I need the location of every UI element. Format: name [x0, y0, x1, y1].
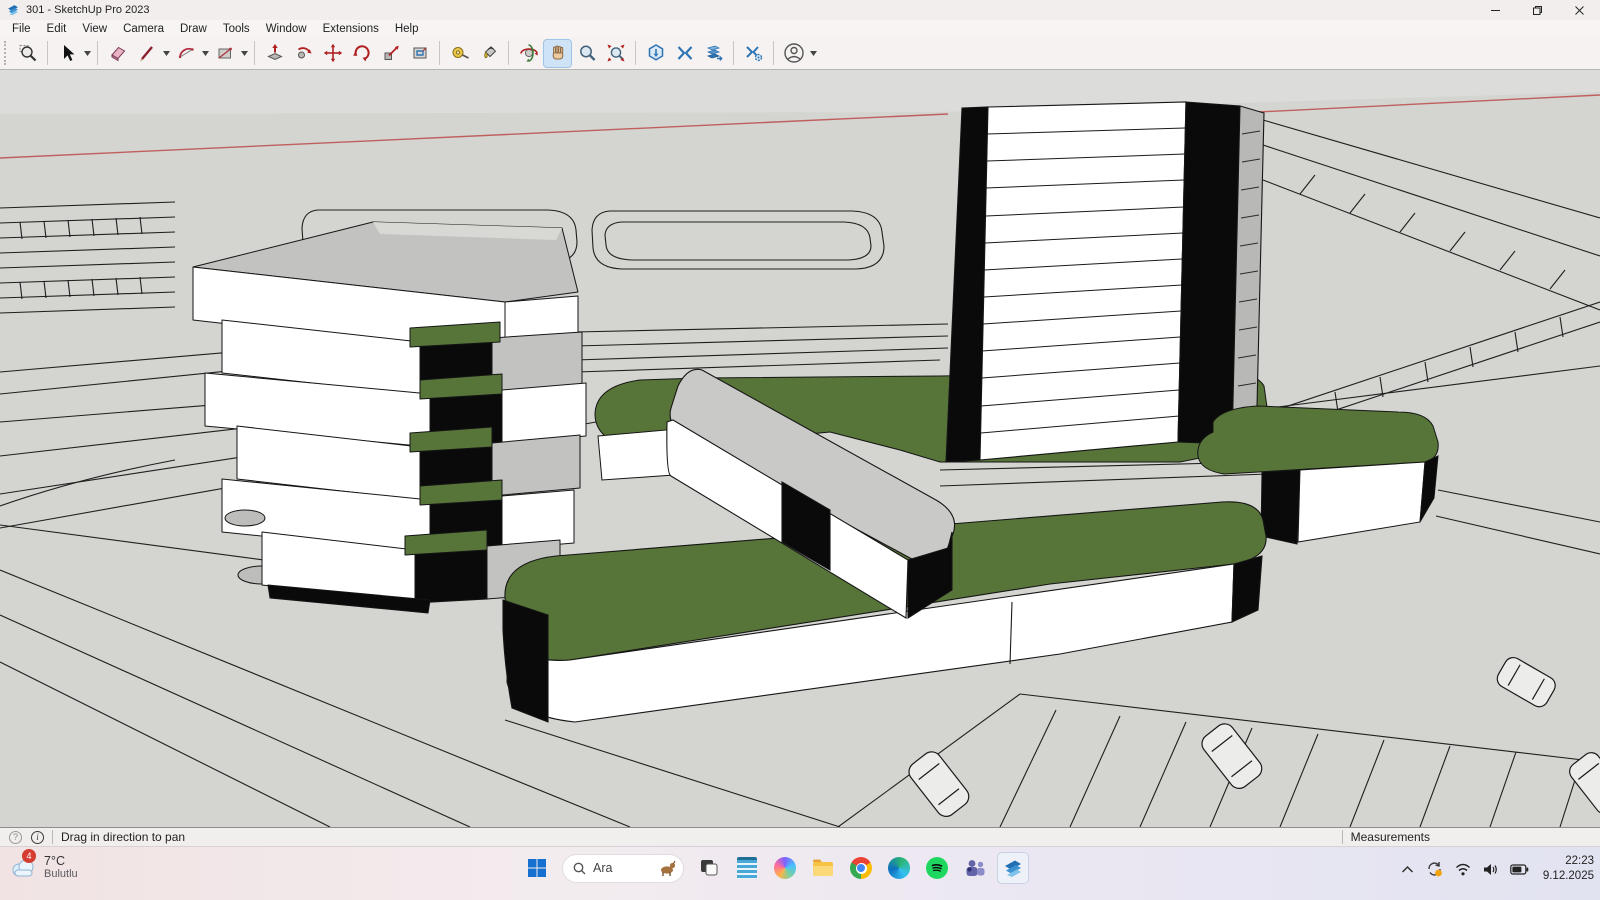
- menu-view[interactable]: View: [74, 22, 115, 36]
- toolbar-separator: [635, 41, 636, 65]
- toolbar-separator: [97, 41, 98, 65]
- sketchup-logo-icon: [6, 3, 20, 17]
- start-button[interactable]: [522, 853, 552, 883]
- spotify-icon[interactable]: [922, 853, 952, 883]
- copilot-icon[interactable]: [770, 853, 800, 883]
- search-highlight-image: [657, 859, 677, 877]
- model-canvas[interactable]: [0, 70, 1600, 827]
- line-tool-dropdown[interactable]: [161, 40, 171, 67]
- tray-wifi-icon[interactable]: [1455, 863, 1471, 876]
- pan-tool-icon[interactable]: [544, 40, 571, 67]
- arc-tool-icon[interactable]: [172, 40, 199, 67]
- weather-temperature: 7°C: [44, 854, 78, 868]
- move-tool-icon[interactable]: [319, 40, 346, 67]
- arc-tool-dropdown[interactable]: [200, 40, 210, 67]
- tray-sync-icon[interactable]: [1426, 861, 1443, 877]
- rectangle-tool-dropdown[interactable]: [239, 40, 249, 67]
- restore-button[interactable]: [1516, 0, 1558, 20]
- sketchup-taskbar-icon[interactable]: [998, 853, 1028, 883]
- extension-import-icon[interactable]: [642, 40, 669, 67]
- help-icon[interactable]: ?: [9, 831, 22, 844]
- menu-window[interactable]: Window: [258, 22, 315, 36]
- line-tool-icon[interactable]: [133, 40, 160, 67]
- status-bar: ? i Drag in direction to pan Measurement…: [0, 827, 1600, 846]
- model-viewport[interactable]: Windows'u Etkinleştir Windows'u etkinleş…: [0, 70, 1600, 827]
- title-bar: 301 - SketchUp Pro 2023: [0, 0, 1600, 20]
- select-tool-icon[interactable]: [54, 40, 81, 67]
- zoom-window-tool-icon[interactable]: [14, 40, 41, 67]
- offset-tool-icon[interactable]: [406, 40, 433, 67]
- minimize-button[interactable]: [1474, 0, 1516, 20]
- follow-me-tool-icon[interactable]: [290, 40, 317, 67]
- menu-extensions[interactable]: Extensions: [315, 22, 387, 36]
- status-hint: Drag in direction to pan: [61, 830, 185, 844]
- tray-chevron-up-icon[interactable]: [1401, 865, 1414, 874]
- select-tool-dropdown[interactable]: [82, 40, 92, 67]
- search-icon: [573, 862, 586, 875]
- teams-icon[interactable]: [960, 853, 990, 883]
- orbit-tool-icon[interactable]: [515, 40, 542, 67]
- rectangle-tool-icon[interactable]: [211, 40, 238, 67]
- toolbar-separator: [733, 41, 734, 65]
- window-title: 301 - SketchUp Pro 2023: [26, 4, 150, 16]
- search-input[interactable]: Ara: [562, 854, 684, 883]
- notification-badge: 4: [22, 849, 36, 863]
- info-icon[interactable]: i: [31, 831, 44, 844]
- tape-measure-tool-icon[interactable]: [446, 40, 473, 67]
- toolbar: [0, 37, 1600, 70]
- eraser-tool-icon[interactable]: [104, 40, 131, 67]
- chrome-icon[interactable]: [846, 853, 876, 883]
- extension-stack-icon[interactable]: [700, 40, 727, 67]
- toolbar-separator: [773, 41, 774, 65]
- account-dropdown[interactable]: [808, 40, 818, 67]
- paint-bucket-tool-icon[interactable]: [475, 40, 502, 67]
- tray-time: 22:23: [1543, 854, 1594, 869]
- toolbar-drag-handle[interactable]: [4, 41, 10, 65]
- measurements-input[interactable]: [1430, 828, 1600, 846]
- statusbar-divider: [1342, 830, 1343, 844]
- toolbar-separator: [439, 41, 440, 65]
- toolbar-separator: [47, 41, 48, 65]
- menu-edit[interactable]: Edit: [39, 22, 75, 36]
- zoom-extents-tool-icon[interactable]: [602, 40, 629, 67]
- notepad-icon[interactable]: [732, 853, 762, 883]
- tray-date: 9.12.2025: [1543, 869, 1594, 884]
- extension-settings-icon[interactable]: [740, 40, 767, 67]
- statusbar-divider: [52, 830, 53, 844]
- account-icon[interactable]: [780, 40, 807, 67]
- edge-icon[interactable]: [884, 853, 914, 883]
- zoom-tool-icon[interactable]: [573, 40, 600, 67]
- push-pull-tool-icon[interactable]: [261, 40, 288, 67]
- tray-volume-icon[interactable]: [1483, 863, 1498, 876]
- menu-bar: File Edit View Camera Draw Tools Window …: [0, 20, 1600, 37]
- rotate-tool-icon[interactable]: [348, 40, 375, 67]
- high-rise-tower: [946, 102, 1264, 462]
- menu-file[interactable]: File: [4, 22, 39, 36]
- close-button[interactable]: [1558, 0, 1600, 20]
- menu-camera[interactable]: Camera: [115, 22, 172, 36]
- task-view-button[interactable]: [694, 853, 724, 883]
- file-explorer-icon[interactable]: [808, 853, 838, 883]
- toolbar-separator: [254, 41, 255, 65]
- menu-tools[interactable]: Tools: [215, 22, 258, 36]
- toolbar-separator: [508, 41, 509, 65]
- menu-help[interactable]: Help: [387, 22, 427, 36]
- weather-cloud-icon: 4: [8, 854, 38, 880]
- search-placeholder: Ara: [593, 861, 657, 875]
- weather-condition: Bulutlu: [44, 868, 78, 881]
- menu-draw[interactable]: Draw: [172, 22, 215, 36]
- extension-flip-icon[interactable]: [671, 40, 698, 67]
- measurements-label: Measurements: [1351, 830, 1430, 844]
- tray-battery-icon[interactable]: [1510, 864, 1529, 875]
- taskbar: 4 7°C Bulutlu Ara: [0, 846, 1600, 900]
- weather-widget[interactable]: 4 7°C Bulutlu: [8, 854, 78, 881]
- scale-tool-icon[interactable]: [377, 40, 404, 67]
- tray-clock[interactable]: 22:23 9.12.2025: [1543, 854, 1594, 884]
